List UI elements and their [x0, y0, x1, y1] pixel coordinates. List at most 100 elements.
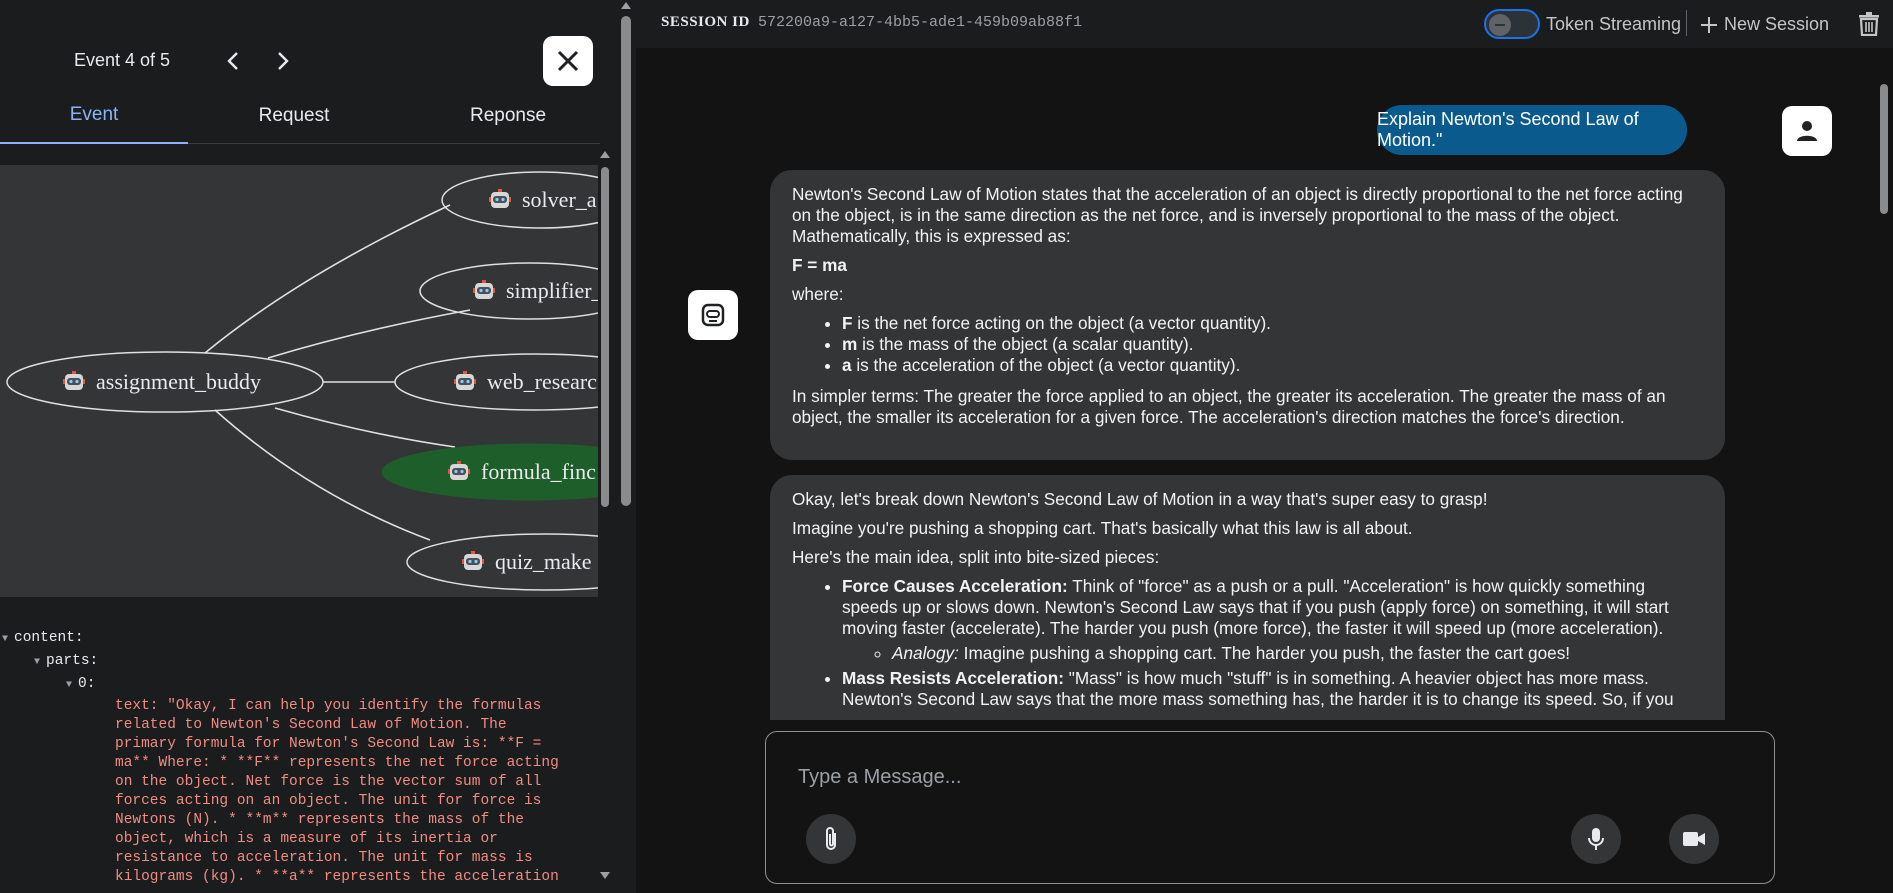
session-id-value: 572200a9-a127-4bb5-ade1-459b09ab88f1 — [758, 14, 1083, 31]
graph-edge — [267, 309, 471, 359]
json-text-line: resistance to acceleration. The unit for… — [115, 850, 533, 866]
json-text-line: Newtons (N). * **m** represents the mass… — [115, 812, 524, 828]
json-text-line: kilograms (kg). * **a** represents the a… — [115, 869, 559, 885]
list-item-bold: m — [842, 334, 858, 354]
event-inspector-panel: Event 4 of 5 Event Request Reponse solve… — [0, 0, 634, 893]
token-streaming-label: Token Streaming — [1546, 14, 1682, 34]
list-item: F is the net force acting on the object … — [842, 313, 1703, 334]
tab-event[interactable]: Event — [0, 88, 188, 144]
list-item-bold: F — [842, 313, 853, 333]
chat-scrollbar[interactable] — [1877, 74, 1891, 720]
list-item-text: is the acceleration of the object (a vec… — [851, 355, 1241, 375]
microphone-icon — [1588, 828, 1604, 850]
list-item: Force Causes Acceleration: Think of "for… — [842, 576, 1703, 664]
concept-list: Force Causes Acceleration: Think of "for… — [842, 576, 1703, 710]
scroll-down-arrow-icon[interactable] — [600, 872, 610, 879]
message-input[interactable]: Type a Message... — [798, 766, 961, 789]
graph-edge — [274, 407, 456, 448]
chevron-left-icon — [227, 52, 238, 70]
close-panel-button[interactable] — [543, 36, 593, 86]
message-input-box[interactable]: Type a Message... — [765, 731, 1775, 884]
node-solver[interactable]: solver_a — [522, 187, 597, 213]
chevron-right-icon — [278, 52, 289, 70]
node-web-researcher[interactable]: web_researc — [487, 369, 597, 395]
message-paragraph: In simpler terms: The greater the force … — [792, 386, 1666, 427]
json-text-line: object, which is a measure of its inerti… — [115, 831, 498, 847]
paperclip-icon — [826, 827, 836, 850]
node-quiz-maker[interactable]: quiz_make — [495, 549, 592, 575]
toggle-knob — [1489, 14, 1511, 36]
scroll-up-arrow-icon[interactable] — [600, 151, 610, 158]
expand-triangle-icon: ▼ — [34, 657, 41, 668]
session-topbar: SESSION ID 572200a9-a127-4bb5-ade1-459b0… — [636, 0, 1893, 48]
list-item-bold: Mass Resists Acceleration: — [842, 668, 1064, 688]
expand-triangle-icon: ▼ — [2, 634, 9, 645]
previous-event-button[interactable] — [220, 48, 246, 74]
formula-text: F = ma — [792, 255, 847, 275]
scrollbar-thumb[interactable] — [621, 16, 631, 506]
scrollbar-thumb[interactable] — [601, 167, 609, 507]
json-row-parts[interactable]: ▼ parts: — [34, 652, 98, 672]
trash-icon[interactable] — [1858, 12, 1880, 36]
json-text-value: text: "Okay, I can help you identify the… — [115, 697, 559, 887]
user-message-bubble: Explain Newton's Second Law of Motion." — [1377, 105, 1687, 155]
robot-icon — [473, 280, 495, 299]
attach-button[interactable] — [806, 814, 856, 864]
tab-response[interactable]: Reponse — [400, 88, 616, 144]
json-row-content[interactable]: ▼ content: — [2, 629, 84, 649]
user-avatar — [1782, 106, 1832, 156]
new-session-button[interactable]: New Session — [1700, 14, 1829, 35]
list-item-text: is the net force acting on the object (a… — [852, 313, 1271, 333]
message-paragraph: Newton's Second Law of Motion states tha… — [792, 184, 1683, 246]
event-json-view: ▼ content: ▼ parts: ▼ 0: text: "Okay, I can… — [0, 620, 598, 890]
token-streaming-toggle[interactable] — [1484, 9, 1540, 39]
json-text-line: ma** Where: * **F** represents the net f… — [115, 755, 559, 771]
chat-panel: SESSION ID 572200a9-a127-4bb5-ade1-459b0… — [636, 0, 1893, 893]
video-camera-icon — [1683, 832, 1705, 846]
robot-icon — [63, 371, 85, 390]
node-formula-finder[interactable]: formula_finc — [481, 459, 596, 485]
message-paragraph: Here's the main idea, split into bite-si… — [792, 547, 1160, 567]
json-text-line: primary formula for Newton's Second Law … — [115, 736, 542, 752]
node-assignment-buddy[interactable]: assignment_buddy — [96, 369, 261, 395]
list-item-text: is the mass of the object (a scalar quan… — [857, 334, 1194, 354]
sub-list: Analogy: Imagine pushing a shopping cart… — [892, 643, 1703, 664]
json-text-line: related to Newton's Second Law of Motion… — [115, 717, 507, 733]
variable-list: F is the net force acting on the object … — [842, 313, 1703, 376]
event-tabs: Event Request Reponse — [0, 88, 600, 144]
message-paragraph: Imagine you're pushing a shopping cart. … — [792, 518, 1413, 538]
robot-icon — [462, 551, 484, 570]
robot-icon — [489, 189, 511, 208]
list-item-italic: Analogy: — [892, 643, 959, 663]
expand-triangle-icon: ▼ — [66, 680, 73, 691]
node-simplifier[interactable]: simplifier_ — [506, 278, 600, 304]
list-item: Mass Resists Acceleration: "Mass" is how… — [842, 668, 1703, 710]
robot-icon — [701, 303, 725, 327]
next-event-button[interactable] — [270, 48, 296, 74]
tab-request[interactable]: Request — [188, 88, 400, 144]
inner-scrollbar[interactable] — [598, 145, 612, 890]
event-header: Event 4 of 5 — [0, 12, 620, 86]
panel-scrollbar[interactable] — [618, 0, 634, 893]
video-button[interactable] — [1669, 814, 1719, 864]
bot-avatar — [688, 290, 738, 340]
new-session-label: New Session — [1724, 14, 1830, 34]
agent-graph: solver_a simplifier_ assignment_buddy we… — [0, 165, 600, 597]
scrollbar-thumb[interactable] — [1880, 84, 1888, 214]
plus-icon — [1701, 16, 1717, 33]
bot-message: Okay, let's break down Newton's Second L… — [770, 475, 1725, 720]
bot-message: Newton's Second Law of Motion states tha… — [770, 170, 1725, 460]
list-item: a is the acceleration of the object (a v… — [842, 355, 1703, 376]
message-paragraph: where: — [792, 284, 844, 304]
session-id-label: SESSION ID — [661, 14, 750, 30]
microphone-button[interactable] — [1571, 814, 1621, 864]
list-item-bold: a — [842, 355, 852, 375]
scroll-up-arrow-icon[interactable] — [621, 2, 631, 9]
json-text-line: text: "Okay, I can help you identify the… — [115, 698, 542, 714]
divider — [1686, 10, 1687, 36]
json-text-line: on the object. Net force is the vector s… — [115, 774, 542, 790]
graph-edge — [204, 204, 451, 354]
json-row-index[interactable]: ▼ 0: — [66, 675, 95, 695]
list-item-text: Imagine pushing a shopping cart. The har… — [958, 643, 1571, 663]
list-item-bold: Force Causes Acceleration: — [842, 576, 1068, 596]
